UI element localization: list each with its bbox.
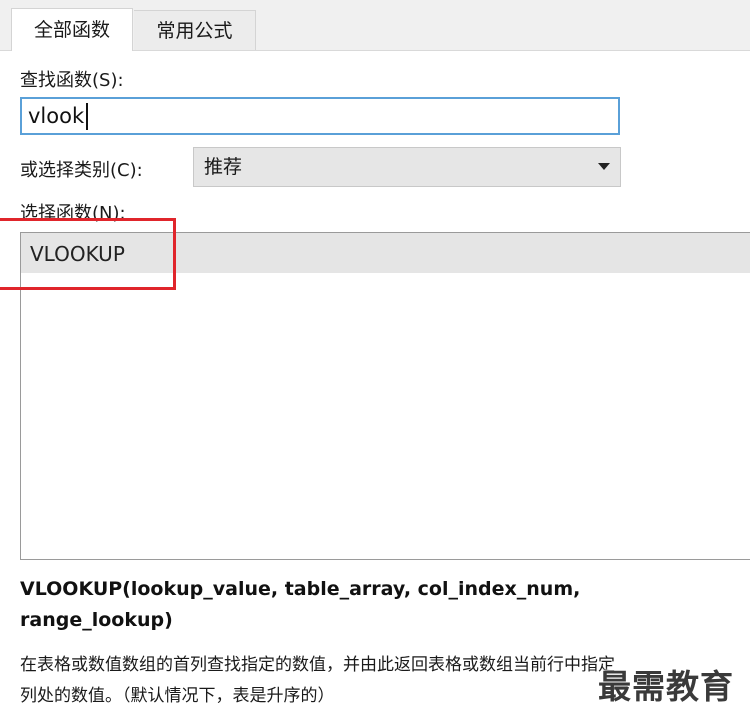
chevron-down-icon (598, 163, 610, 170)
function-list-item-label: VLOOKUP (30, 242, 125, 266)
search-label: 查找函数(S): (20, 70, 124, 91)
watermark-logo: 最需教育 (598, 667, 734, 706)
function-list[interactable]: VLOOKUP (20, 232, 750, 560)
tab-all-functions[interactable]: 全部函数 (11, 8, 133, 51)
category-label: 或选择类别(C): (20, 160, 143, 181)
category-select[interactable]: 推荐 (193, 147, 621, 187)
tab-common-formulas[interactable]: 常用公式 (134, 10, 256, 50)
tab-bar: 全部函数 常用公式 (0, 0, 750, 51)
text-caret (86, 103, 88, 130)
category-selected-value: 推荐 (204, 156, 243, 178)
search-input[interactable] (20, 97, 620, 135)
function-signature: VLOOKUP(lookup_value, table_array, col_i… (20, 578, 581, 631)
function-list-label: 选择函数(N): (20, 203, 126, 224)
function-description: 在表格或数值数组的首列查找指定的数值，并由此返回表格或数组当前行中指定列处的数值… (20, 655, 615, 706)
function-list-item-vlookup[interactable]: VLOOKUP (21, 233, 750, 273)
